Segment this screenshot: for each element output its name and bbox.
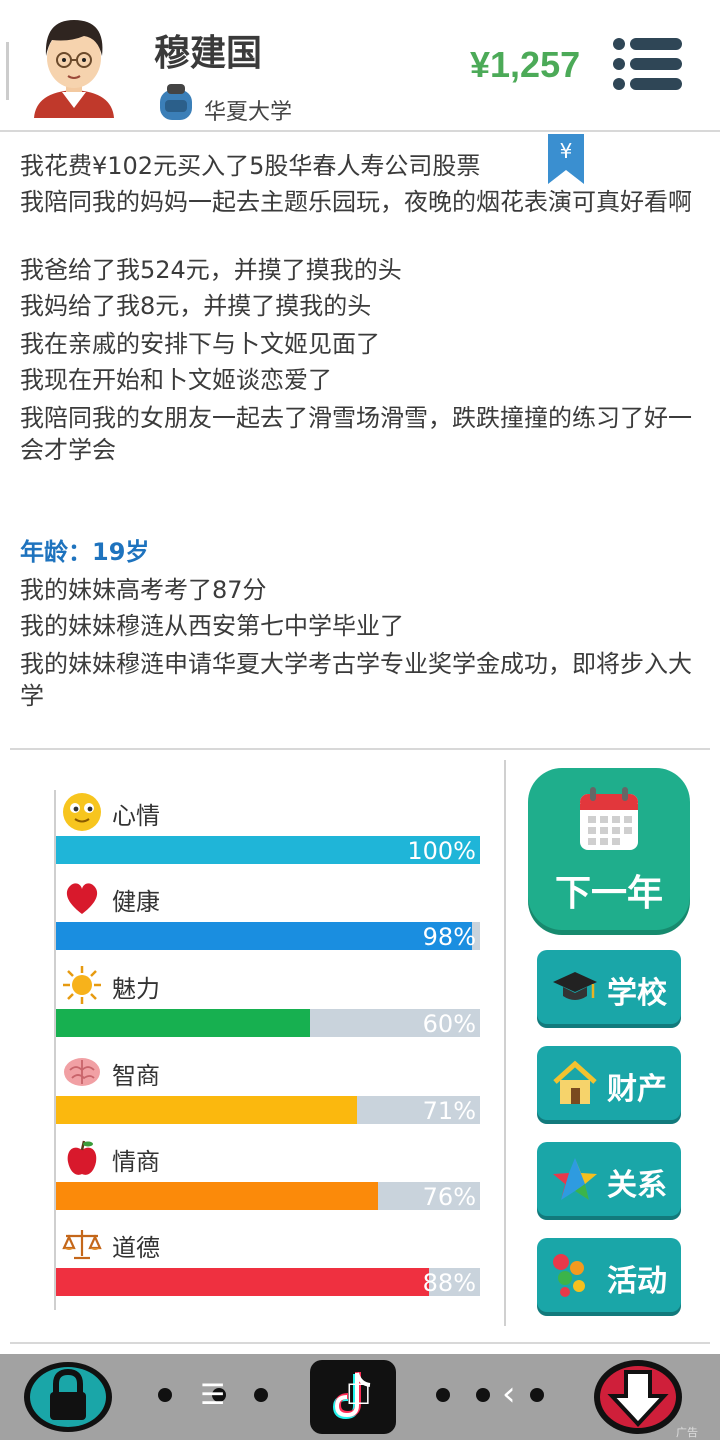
property-button[interactable]: 财产 [537,1046,681,1120]
life-event-log[interactable]: ¥ 我花费¥102元买入了5股华春人寿公司股票 我陪同我的妈妈一起去主题乐园玩，… [0,132,720,747]
stat-percent: 88% [422,1269,476,1297]
brain-icon [64,1058,100,1086]
stat-percent: 100% [407,837,476,865]
age-heading: 年龄：19岁 [20,538,150,566]
school-label: 华夏大学 [204,100,293,125]
system-home-icon[interactable]: ☐ [346,1378,371,1411]
stat-eq: 情商 76% [56,1136,480,1222]
stat-percent: 60% [422,1010,476,1038]
stat-label: 健康 [112,888,160,916]
character-avatar[interactable] [26,12,122,118]
stat-mood: 心情 100% [56,790,480,876]
pagination-dot [530,1388,544,1402]
pagination-dot [254,1388,268,1402]
stat-morality: 道德 88% [56,1222,480,1308]
log-line: 我陪同我的妈妈一起去主题乐园玩，夜晚的烟花表演可真好看啊 [20,188,692,216]
stat-iq: 智商 71% [56,1050,480,1136]
top-header: 穆建国 华夏大学 ¥1,257 [0,0,720,132]
section-divider [10,1342,710,1344]
stat-percent: 98% [422,923,476,951]
pagination-dot [476,1388,490,1402]
header-edge-marker [6,42,9,100]
school-button[interactable]: 学校 [537,950,681,1024]
stat-bar-track: 76% [56,1182,480,1211]
stat-label: 心情 [112,802,160,830]
system-back-icon[interactable]: ‹ [502,1374,516,1414]
school-bag-icon [160,84,192,120]
log-line: 我爸给了我524元，并摸了摸我的头 [20,256,402,284]
ad-label: 广告 [676,1426,698,1439]
heart-icon [66,883,98,914]
stat-charm: 魅力 60% [56,963,480,1049]
character-name: 穆建国 [154,33,263,74]
stat-bar-fill [56,1268,430,1296]
next-year-label: 下一年 [554,873,663,914]
activities-button[interactable]: 活动 [537,1238,681,1312]
colorful-star-icon [553,1158,597,1200]
hamburger-menu-icon[interactable] [612,36,684,92]
stat-bar-track: 71% [56,1096,480,1125]
stat-bar-fill [56,1009,311,1037]
stat-percent: 71% [422,1097,476,1125]
lock-icon[interactable] [22,1360,114,1434]
stat-label: 智商 [112,1062,160,1090]
attribute-stats-panel: 心情 100% 健康 98% 魅力 60% 智商 71% 情商 76% 道德 8… [54,790,480,1310]
bottom-bar: ☰ ☐ ‹ [0,1354,720,1440]
stat-health: 健康 98% [56,876,480,962]
log-line: 我的妹妹穆涟从西安第七中学毕业了 [20,612,404,640]
smiley-icon [63,793,101,831]
pagination-dot [436,1388,450,1402]
vertical-divider [504,760,506,1326]
calendar-icon [580,787,638,850]
log-line: 我的妹妹高考考了87分 [20,576,267,604]
relations-button-label: 关系 [607,1168,667,1203]
log-line: 我陪同我的女朋友一起去了滑雪场滑雪，跌跌撞撞的练习了好一会才学会 [20,404,692,464]
pagination-dot [158,1388,172,1402]
house-icon [553,1060,597,1104]
activity-dots-icon [553,1254,585,1297]
log-line: 我的妹妹穆涟申请华夏大学考古学专业奖学金成功，即将步入大学 [20,650,692,710]
system-menu-icon[interactable]: ☰ [200,1378,225,1411]
activities-button-label: 活动 [607,1264,667,1299]
graduation-cap-icon [553,972,597,1000]
stat-bar-fill [56,1096,358,1124]
log-line: 我花费¥102元买入了5股华春人寿公司股票 [20,152,481,180]
apple-icon [67,1140,97,1175]
school-button-label: 学校 [607,976,667,1011]
sun-icon [63,966,101,1004]
stat-label: 情商 [112,1148,160,1176]
next-year-button[interactable]: 下一年 [528,768,690,930]
stat-bar-fill [56,922,472,950]
log-line: 我现在开始和卜文姬谈恋爱了 [20,366,332,394]
stat-label: 魅力 [112,975,160,1003]
log-line: 我妈给了我8元，并摸了摸我的头 [20,292,372,320]
stat-bar-fill [56,1182,379,1210]
stat-percent: 76% [422,1183,476,1211]
down-arrow-icon[interactable] [592,1358,684,1436]
log-line: 我在亲戚的安排下与卜文姬见面了 [20,330,380,358]
stat-bar-track: 88% [56,1268,480,1297]
relations-button[interactable]: 关系 [537,1142,681,1216]
stat-label: 道德 [112,1234,160,1262]
stat-bar-track: 60% [56,1009,480,1038]
stat-bar-track: 98% [56,922,480,951]
stat-bar-track: 100% [56,836,480,865]
money-balance: ¥1,257 [470,44,581,85]
section-divider [10,748,710,750]
scales-icon [62,1230,102,1260]
property-button-label: 财产 [607,1072,667,1107]
